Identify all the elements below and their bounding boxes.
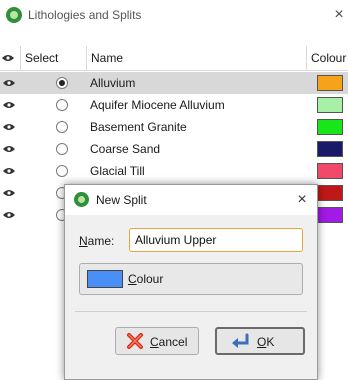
lithologies-window: Lithologies and Splits × Select Name Col… xyxy=(0,0,348,380)
colour-swatch xyxy=(87,270,123,288)
ok-label: OK xyxy=(257,335,274,349)
eye-icon[interactable] xyxy=(3,101,15,109)
app-logo-icon xyxy=(74,192,89,207)
dialog-titlebar: New Split × xyxy=(65,185,317,215)
ok-button[interactable]: OK xyxy=(215,327,305,355)
header-select[interactable]: Select xyxy=(20,46,69,70)
lithology-name: Alluvium xyxy=(90,76,136,90)
colour-label: Colour xyxy=(128,272,163,286)
dialog-close-button[interactable]: × xyxy=(294,190,310,210)
cancel-mnemonic: C xyxy=(150,335,159,349)
window-close-button[interactable]: × xyxy=(331,5,347,25)
select-radio[interactable] xyxy=(56,165,68,177)
ok-text: K xyxy=(266,335,275,349)
dialog-title: New Split xyxy=(96,193,147,207)
header-name[interactable]: Name xyxy=(86,46,307,70)
eye-icon[interactable] xyxy=(3,79,15,87)
app-logo-icon xyxy=(6,7,22,23)
lithology-name: Basement Granite xyxy=(90,120,187,134)
colour-button[interactable]: Colour xyxy=(79,263,303,295)
header-visibility[interactable] xyxy=(0,46,16,70)
table-row[interactable]: Aquifer Miocene Alluvium xyxy=(0,94,348,116)
name-label-mnemonic: N xyxy=(79,234,88,248)
eye-icon[interactable] xyxy=(3,211,15,219)
cancel-button[interactable]: Cancel xyxy=(115,327,199,355)
cancel-label: Cancel xyxy=(150,335,187,349)
table-row[interactable]: Glacial Till xyxy=(0,160,348,182)
eye-icon[interactable] xyxy=(3,189,15,197)
window-titlebar: Lithologies and Splits × xyxy=(0,0,348,30)
lithology-name: Coarse Sand xyxy=(90,142,161,156)
colour-swatch[interactable] xyxy=(317,141,343,157)
lithology-name: Aquifer Miocene Alluvium xyxy=(90,98,225,112)
dialog-body: Name: Colour Cancel OK xyxy=(65,215,317,380)
table-row[interactable]: Coarse Sand xyxy=(0,138,348,160)
table-row[interactable]: Basement Granite xyxy=(0,116,348,138)
eye-icon xyxy=(2,55,14,61)
colour-swatch[interactable] xyxy=(317,207,343,223)
dialog-divider xyxy=(75,311,307,312)
colour-swatch[interactable] xyxy=(317,97,343,113)
eye-icon[interactable] xyxy=(3,167,15,175)
name-label-text: ame: xyxy=(87,234,115,248)
split-name-input[interactable] xyxy=(129,228,303,252)
cancel-text: ancel xyxy=(158,335,188,349)
window-title: Lithologies and Splits xyxy=(28,8,142,22)
header-colour[interactable]: Colour xyxy=(306,46,348,70)
new-split-dialog: New Split × Name: Colour Cancel xyxy=(64,184,318,380)
colour-swatch[interactable] xyxy=(317,119,343,135)
lithology-name: Glacial Till xyxy=(90,164,145,178)
select-radio[interactable] xyxy=(56,99,68,111)
colour-swatch[interactable] xyxy=(317,185,343,201)
table-header: Select Name Colour xyxy=(0,46,348,71)
select-radio[interactable] xyxy=(56,143,68,155)
select-radio[interactable] xyxy=(56,121,68,133)
table-row[interactable]: Alluvium xyxy=(0,72,348,94)
select-radio[interactable] xyxy=(56,77,68,89)
cancel-x-icon xyxy=(127,333,143,349)
colour-swatch[interactable] xyxy=(317,163,343,179)
eye-icon[interactable] xyxy=(3,145,15,153)
colour-swatch[interactable] xyxy=(317,75,343,91)
colour-label-text: olour xyxy=(136,272,164,286)
ok-mnemonic: O xyxy=(257,335,267,349)
eye-icon[interactable] xyxy=(3,123,15,131)
name-label: Name: xyxy=(79,234,114,248)
enter-arrow-icon xyxy=(232,333,249,348)
colour-label-mnemonic: C xyxy=(128,272,137,286)
